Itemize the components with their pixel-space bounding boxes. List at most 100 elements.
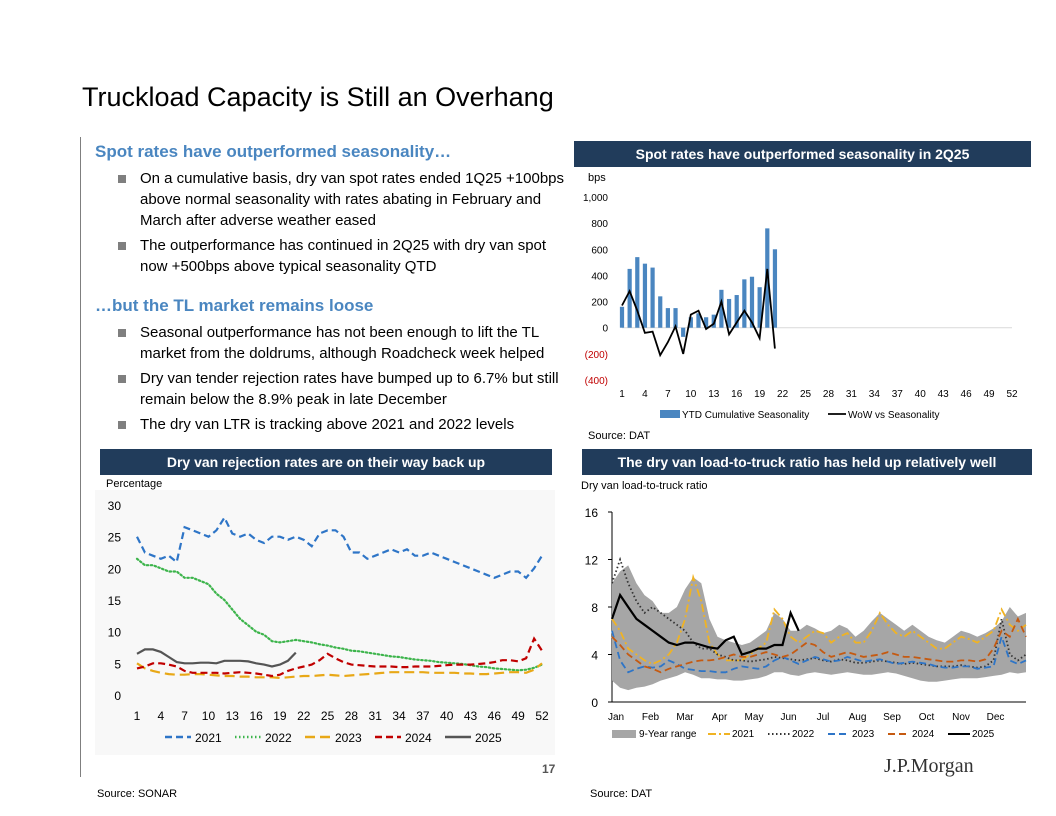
spot-bar	[650, 267, 655, 328]
rejection-legend-label: 2021	[195, 731, 222, 745]
rejection-chart: Percentage0510152025301 4 7 10 13 16 19 22 25 28 3…	[95, 478, 555, 755]
section1-heading: Spot rates have outperformed seasonality…	[95, 142, 452, 161]
spot-x-tick-label: 49	[983, 389, 995, 400]
spot-x-tick-label: 13	[708, 389, 720, 400]
rejection-x-tick-label: 37	[416, 709, 430, 723]
spot-x-tick-label: 10	[685, 389, 697, 400]
ltr-y-tick-label: 4	[591, 649, 598, 663]
spot-source: Source: DAT	[588, 430, 650, 442]
rejection-x-tick-label: 34	[392, 709, 406, 723]
bullet-item: Dry van tender rejection rates have bump…	[116, 368, 576, 410]
ltr-month-label: Mar	[676, 712, 694, 723]
rejection-x-tick-label: 28	[345, 709, 359, 723]
ltr-range-band	[612, 565, 1026, 691]
page-number: 17	[542, 762, 556, 776]
rejection-x-tick-label: 19	[273, 709, 287, 723]
bullet-text: Dry van tender rejection rates have bump…	[140, 370, 559, 408]
rejection-legend-label: 2022	[265, 731, 292, 745]
spot-bar	[772, 249, 778, 328]
bullet-square-icon	[118, 329, 126, 337]
ltr-y-tick-label: 12	[585, 554, 599, 568]
spot-x-tick-label: 1	[619, 389, 625, 400]
rejection-x-tick-label: 16	[249, 709, 263, 723]
ltr-chart-title: The dry van load-to-truck ratio has held…	[582, 449, 1032, 475]
spot-chart: bps 1,000 800 600 400 200 0 (200) (400) 1 4 7 10 13 16…	[583, 172, 1018, 442]
spot-x-tick-label: 37	[892, 389, 904, 400]
ltr-month-label: Aug	[849, 712, 867, 723]
rejection-x-tick-label: 43	[464, 709, 478, 723]
ltr-y-tick-label: 0	[591, 696, 598, 710]
spot-y-tick-label: 800	[591, 219, 608, 230]
ltr-legend-label: 2022	[792, 729, 815, 740]
rejection-y-tick-label: 20	[108, 562, 122, 576]
ltr-y-tick-label: 8	[591, 601, 598, 615]
spot-y-tick-label: 600	[591, 245, 608, 256]
ltr-legend-label: 2023	[852, 729, 875, 740]
bullet-text: Seasonal outperformance has not been eno…	[140, 324, 545, 362]
rejection-x-tick-label: 49	[511, 709, 525, 723]
ltr-source: Source: DAT	[590, 788, 653, 800]
rejection-x-tick-label: 13	[226, 709, 240, 723]
spot-y-axis-label: bps	[588, 172, 606, 184]
ltr-month-label: Nov	[952, 712, 970, 723]
spot-x-tick-label: 19	[754, 389, 766, 400]
ltr-month-label: Apr	[712, 712, 728, 723]
spot-x-tick-label: 25	[800, 389, 812, 400]
spot-x-tick-label: 7	[665, 389, 671, 400]
spot-bar	[665, 308, 670, 328]
bullet-item: On a cumulative basis, dry van spot rate…	[116, 168, 571, 231]
rejection-y-tick-label: 10	[108, 626, 122, 640]
bullet-square-icon	[118, 375, 126, 383]
spot-x-tick-label: 31	[846, 389, 858, 400]
ltr-month-label: Oct	[919, 712, 935, 723]
spot-y-tick-label: 1,000	[583, 193, 608, 204]
page-title: Truckload Capacity is Still an Overhang	[82, 82, 554, 112]
rejection-x-tick-label: 1	[134, 709, 141, 723]
ltr-legend-label: 2024	[912, 729, 935, 740]
rejection-source: Source: SONAR	[97, 788, 178, 800]
spot-x-tick-label: 43	[938, 389, 950, 400]
ltr-legend-range-label: 9-Year range	[639, 729, 697, 740]
spot-x-tick-label: 40	[915, 389, 927, 400]
spot-bar	[658, 296, 663, 328]
rejection-chart-title: Dry van rejection rates are on their way…	[100, 449, 552, 475]
spot-bar	[627, 268, 632, 328]
spot-bar	[742, 279, 747, 328]
spot-y-tick-label: 0	[602, 324, 608, 335]
spot-x-tick-label: 46	[961, 389, 973, 400]
ltr-y-tick-label: 16	[585, 506, 599, 520]
bullet-square-icon	[118, 421, 126, 429]
ltr-y-axis-label: Dry van load-to-truck ratio	[581, 480, 708, 492]
ltr-month-label: May	[745, 712, 764, 723]
spot-x-tick-label: 4	[642, 389, 648, 400]
rejection-x-tick-label: 25	[321, 709, 335, 723]
spot-bar	[726, 298, 732, 328]
jpmorgan-logo: J.P.Morgan	[884, 755, 974, 777]
spot-y-tick-label: 200	[591, 298, 608, 309]
spot-y-tick-label: (200)	[585, 350, 608, 361]
spot-bar	[642, 263, 648, 328]
rejection-legend-label: 2023	[335, 731, 362, 745]
spot-legend-bar-label: YTD Cumulative Seasonality	[682, 410, 809, 421]
spot-y-tick-label: (400)	[585, 376, 608, 387]
rejection-x-tick-label: 4	[157, 709, 164, 723]
spot-y-tick-label: 400	[591, 271, 608, 282]
rejection-x-tick-label: 46	[488, 709, 502, 723]
bullet-square-icon	[118, 175, 126, 183]
ltr-month-label: Jul	[817, 712, 830, 723]
left-divider	[80, 137, 81, 777]
rejection-y-tick-label: 15	[108, 594, 122, 608]
bullet-item: The dry van LTR is tracking above 2021 a…	[116, 414, 576, 435]
section2-bullets: Seasonal outperformance has not been eno…	[116, 322, 576, 439]
ltr-month-label: Jan	[608, 712, 624, 723]
rejection-legend-label: 2025	[475, 731, 502, 745]
spot-x-tick-label: 28	[823, 389, 835, 400]
spot-bar	[619, 306, 625, 328]
spot-x-tick-label: 52	[1006, 389, 1018, 400]
bullet-text: On a cumulative basis, dry van spot rate…	[140, 170, 565, 229]
ltr-chart: Dry van load-to-truck ratio 0 4 8 12 16 Jan Feb…	[581, 480, 1027, 740]
rejection-x-tick-label: 7	[181, 709, 188, 723]
rejection-x-tick-label: 22	[297, 709, 311, 723]
spot-x-tick-label: 34	[869, 389, 881, 400]
ltr-month-label: Dec	[987, 712, 1005, 723]
